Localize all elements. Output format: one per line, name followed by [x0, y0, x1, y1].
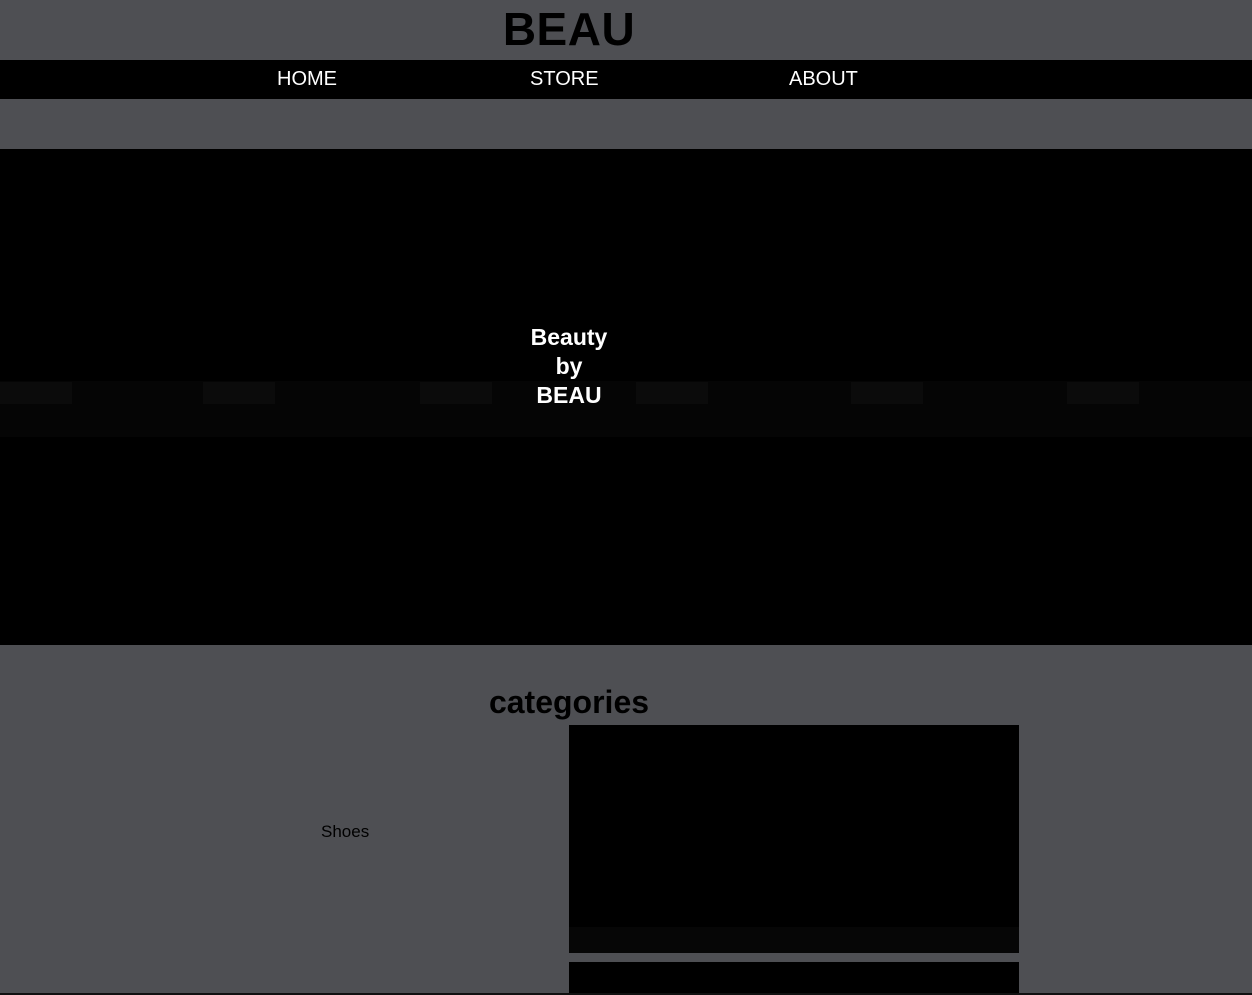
brand-bar: BEAU	[0, 0, 1252, 60]
category-image-shade	[569, 927, 1019, 953]
category-image-next[interactable]	[569, 962, 1019, 995]
page: BEAU HOME STORE ABOUT Beauty by BEAU cat…	[0, 0, 1252, 995]
hero-title: Beauty by BEAU	[0, 323, 1138, 410]
category-label-shoes[interactable]: Shoes	[321, 821, 369, 843]
nav-about-link[interactable]: ABOUT	[789, 60, 858, 99]
category-image-shoes[interactable]	[569, 725, 1019, 953]
nav-home-link[interactable]: HOME	[277, 60, 337, 99]
nav-store-link[interactable]: STORE	[530, 60, 599, 99]
site-logo[interactable]: BEAU	[0, 2, 1138, 56]
hero-title-line: BEAU	[536, 382, 602, 408]
hero-title-line: Beauty	[530, 324, 608, 350]
hero-title-line: by	[555, 353, 583, 379]
categories-heading: categories	[488, 684, 650, 720]
main-nav: HOME STORE ABOUT	[0, 60, 1252, 99]
hero-banner: Beauty by BEAU	[0, 149, 1252, 645]
